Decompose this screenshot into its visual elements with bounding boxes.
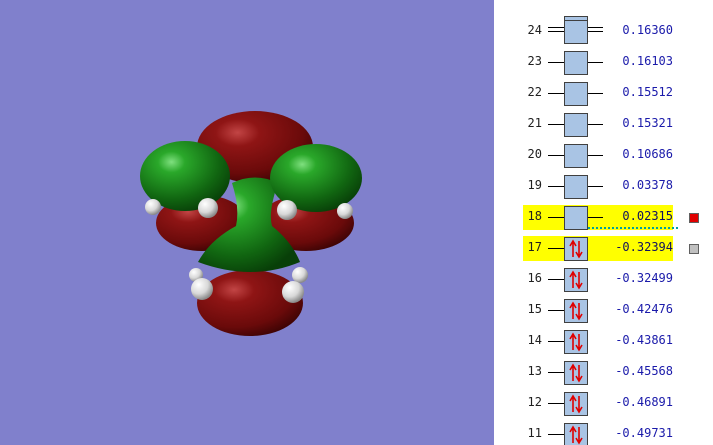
level-line bbox=[588, 186, 603, 187]
lumo-marker[interactable] bbox=[689, 213, 699, 223]
hydrogen-atom bbox=[282, 281, 304, 303]
spin-pair-icon bbox=[569, 363, 583, 383]
orbital-row-23[interactable]: 23 0.16103 bbox=[512, 49, 713, 80]
orbital-energy: 0.10686 bbox=[622, 147, 673, 161]
hydrogen-atom bbox=[191, 278, 213, 300]
orbital-number: 11 bbox=[527, 426, 542, 440]
negative-lobe-bottom bbox=[197, 270, 303, 336]
orbital-row-17[interactable]: 17 -0.32394 bbox=[512, 235, 713, 266]
level-line bbox=[588, 217, 603, 218]
orbital-row-19[interactable]: 19 0.03378 bbox=[512, 173, 713, 204]
orbital-row-14[interactable]: 14 -0.43861 bbox=[512, 328, 713, 359]
level-line bbox=[588, 124, 603, 125]
orbital-isosurface[interactable] bbox=[0, 0, 494, 445]
orbital-number: 18 bbox=[527, 209, 542, 223]
orbital-box[interactable] bbox=[564, 20, 588, 44]
orbital-number: 21 bbox=[527, 116, 542, 130]
orbital-box[interactable] bbox=[564, 175, 588, 199]
splitter[interactable] bbox=[494, 0, 512, 445]
orbital-row-13[interactable]: 13 -0.45568 bbox=[512, 359, 713, 390]
orbital-number: 12 bbox=[527, 395, 542, 409]
orbital-row-24[interactable]: 24 0.16360 bbox=[512, 18, 713, 49]
orbital-box[interactable] bbox=[564, 113, 588, 137]
orbital-box[interactable] bbox=[564, 392, 588, 416]
level-line bbox=[548, 186, 564, 187]
orbital-row-16[interactable]: 16 -0.32499 bbox=[512, 266, 713, 297]
orbital-box[interactable] bbox=[564, 82, 588, 106]
level-line bbox=[548, 62, 564, 63]
orbital-number: 23 bbox=[527, 54, 542, 68]
orbital-box[interactable] bbox=[564, 206, 588, 230]
level-line bbox=[548, 155, 564, 156]
orbital-box[interactable] bbox=[564, 330, 588, 354]
homo-marker[interactable] bbox=[689, 244, 699, 254]
orbital-energy: -0.32499 bbox=[615, 271, 673, 285]
orbital-energy: 0.16360 bbox=[622, 23, 673, 37]
orbital-energy: -0.42476 bbox=[615, 302, 673, 316]
homo-lumo-gap-line bbox=[588, 227, 678, 229]
level-line bbox=[548, 372, 564, 373]
molecule-viewport[interactable] bbox=[0, 0, 494, 445]
level-line bbox=[548, 403, 564, 404]
orbital-energy: 0.15321 bbox=[622, 116, 673, 130]
orbital-energy: 0.16103 bbox=[622, 54, 673, 68]
level-line bbox=[588, 62, 603, 63]
orbital-number: 17 bbox=[527, 240, 542, 254]
level-line bbox=[548, 124, 564, 125]
level-line bbox=[588, 93, 603, 94]
level-line bbox=[588, 31, 603, 32]
orbital-row-20[interactable]: 20 0.10686 bbox=[512, 142, 713, 173]
orbital-box[interactable] bbox=[564, 361, 588, 385]
level-line bbox=[548, 341, 564, 342]
orbital-energy: -0.45568 bbox=[615, 364, 673, 378]
level-line bbox=[548, 279, 564, 280]
orbital-number: 20 bbox=[527, 147, 542, 161]
hydrogen-atom bbox=[198, 198, 218, 218]
spin-pair-icon bbox=[569, 332, 583, 352]
orbital-number: 15 bbox=[527, 302, 542, 316]
orbital-number: 24 bbox=[527, 23, 542, 37]
spin-pair-icon bbox=[569, 301, 583, 321]
level-line bbox=[548, 31, 564, 32]
level-line bbox=[548, 248, 564, 249]
orbital-box[interactable] bbox=[564, 268, 588, 292]
orbital-row-11[interactable]: 11 -0.49731 bbox=[512, 421, 713, 445]
spin-pair-icon bbox=[569, 425, 583, 445]
hydrogen-atom bbox=[292, 267, 308, 283]
mo-energy-diagram[interactable]: 24 0.16360 23 0.16103 22 0.15512 21 0.15321 20 0.… bbox=[512, 0, 713, 445]
level-line bbox=[548, 310, 564, 311]
orbital-number: 22 bbox=[527, 85, 542, 99]
orbital-energy: -0.32394 bbox=[615, 240, 673, 254]
orbital-row-12[interactable]: 12 -0.46891 bbox=[512, 390, 713, 421]
orbital-box[interactable] bbox=[564, 423, 588, 445]
orbital-energy: 0.15512 bbox=[622, 85, 673, 99]
orbital-row-18[interactable]: 18 0.02315 bbox=[512, 204, 713, 235]
level-line bbox=[548, 434, 564, 435]
orbital-energy: -0.43861 bbox=[615, 333, 673, 347]
spin-pair-icon bbox=[569, 394, 583, 414]
orbital-box[interactable] bbox=[564, 144, 588, 168]
orbital-number: 16 bbox=[527, 271, 542, 285]
spin-pair-icon bbox=[569, 239, 583, 259]
orbital-number: 13 bbox=[527, 364, 542, 378]
level-line bbox=[548, 93, 564, 94]
orbital-row-22[interactable]: 22 0.15512 bbox=[512, 80, 713, 111]
level-line bbox=[548, 217, 564, 218]
orbital-row-15[interactable]: 15 -0.42476 bbox=[512, 297, 713, 328]
orbital-box[interactable] bbox=[564, 299, 588, 323]
hydrogen-atom bbox=[277, 200, 297, 220]
hydrogen-atom bbox=[145, 199, 161, 215]
orbital-number: 14 bbox=[527, 333, 542, 347]
orbital-energy: -0.46891 bbox=[615, 395, 673, 409]
orbital-row-21[interactable]: 21 0.15321 bbox=[512, 111, 713, 142]
level-line bbox=[588, 155, 603, 156]
orbital-energy: 0.03378 bbox=[622, 178, 673, 192]
orbital-box[interactable] bbox=[564, 51, 588, 75]
orbital-energy: 0.02315 bbox=[622, 209, 673, 223]
orbital-box[interactable] bbox=[564, 237, 588, 261]
orbital-number: 19 bbox=[527, 178, 542, 192]
spin-pair-icon bbox=[569, 270, 583, 290]
orbital-energy: -0.49731 bbox=[615, 426, 673, 440]
hydrogen-atom bbox=[337, 203, 353, 219]
